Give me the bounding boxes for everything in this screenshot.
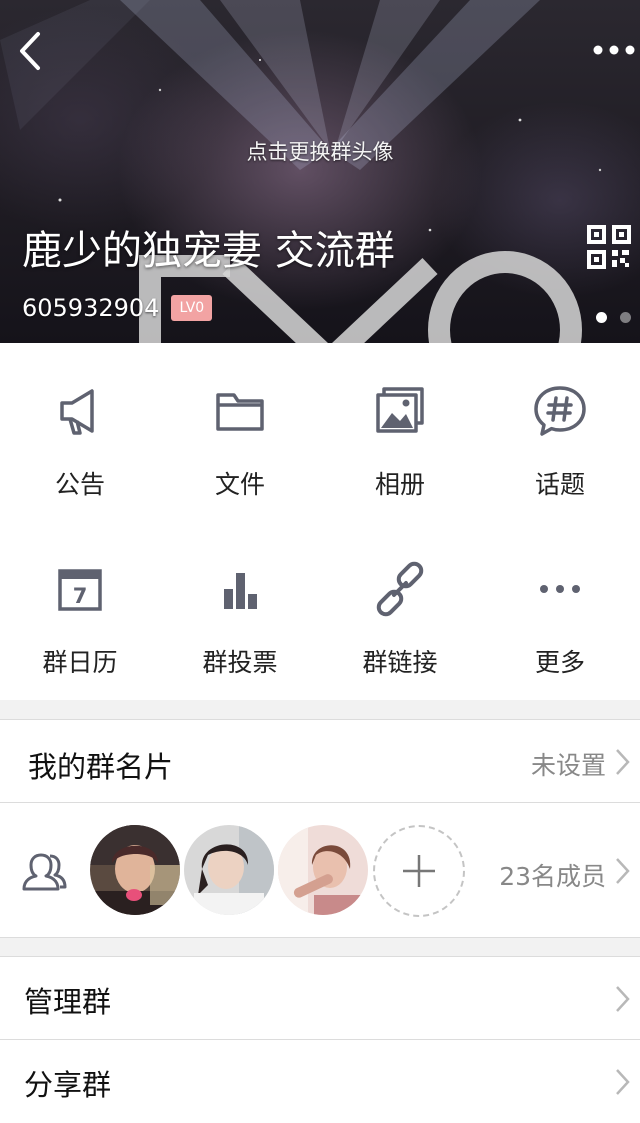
page-dot (620, 312, 631, 323)
group-id: 605932904 (22, 294, 160, 322)
more-options-icon[interactable] (592, 40, 636, 60)
group-id-row: 605932904 LV0 (22, 292, 213, 324)
feature-link[interactable]: 群链接 (320, 521, 480, 699)
add-member-button[interactable] (373, 825, 465, 917)
more-dots-icon (540, 585, 580, 593)
feature-label: 文件 (214, 470, 265, 499)
bar-chart-icon (224, 573, 257, 609)
share-group-label: 分享群 (24, 1068, 112, 1102)
calendar-icon: 7 (58, 569, 102, 611)
my-group-card-row[interactable]: 我的群名片 未设置 (0, 719, 640, 803)
page-dot-active (596, 312, 607, 323)
back-arrow-icon[interactable] (14, 28, 50, 74)
members-row[interactable]: 23名成员 (0, 802, 640, 938)
chevron-right-icon (616, 858, 630, 884)
feature-label: 公告 (54, 470, 105, 499)
album-icon (376, 387, 424, 433)
feature-label: 更多 (534, 648, 585, 677)
member-avatar-3[interactable] (278, 825, 368, 915)
feature-calendar[interactable]: 7 群日历 (0, 521, 160, 699)
change-group-avatar-link[interactable]: 点击更换群头像 (0, 136, 640, 166)
feature-announcement[interactable]: 公告 (0, 343, 160, 521)
feature-grid: 公告 文件 相册 话题 7 群日历 群投票 群链接 更多 (0, 343, 640, 700)
group-name: 鹿少的独宠妻 交流群 (22, 228, 395, 274)
chevron-right-icon (616, 749, 630, 775)
chevron-right-icon (616, 986, 630, 1012)
feature-label: 相册 (374, 470, 425, 499)
manage-group-label: 管理群 (24, 985, 112, 1019)
member-count: 23名成员 (499, 862, 606, 891)
level-badge: LV0 (171, 295, 213, 321)
topic-hash-icon (534, 386, 586, 436)
my-group-card-value: 未设置 (530, 751, 606, 780)
header-page-indicator (596, 312, 636, 324)
feature-topic[interactable]: 话题 (480, 343, 640, 521)
qr-code-icon[interactable] (586, 224, 632, 270)
plus-icon (403, 855, 435, 887)
feature-files[interactable]: 文件 (160, 343, 320, 521)
members-icon (22, 853, 67, 891)
feature-label: 群日历 (42, 648, 118, 677)
feature-vote[interactable]: 群投票 (160, 521, 320, 699)
svg-text:7: 7 (73, 584, 88, 608)
feature-label: 群投票 (202, 648, 278, 677)
my-group-card-title: 我的群名片 (28, 750, 174, 784)
feature-label: 群链接 (362, 648, 438, 677)
member-avatar-2[interactable] (184, 825, 274, 915)
link-icon (376, 561, 424, 617)
feature-more[interactable]: 更多 (480, 521, 640, 699)
feature-album[interactable]: 相册 (320, 343, 480, 521)
feature-label: 话题 (534, 470, 585, 499)
manage-group-row[interactable]: 管理群 (0, 956, 640, 1040)
chevron-right-icon (616, 1069, 630, 1095)
group-header[interactable]: 点击更换群头像 鹿少的独宠妻 交流群 605932904 LV0 (0, 0, 640, 343)
member-avatar-1[interactable] (90, 825, 180, 915)
share-group-row[interactable]: 分享群 (0, 1039, 640, 1123)
folder-icon (216, 393, 264, 431)
megaphone-icon (60, 389, 94, 435)
